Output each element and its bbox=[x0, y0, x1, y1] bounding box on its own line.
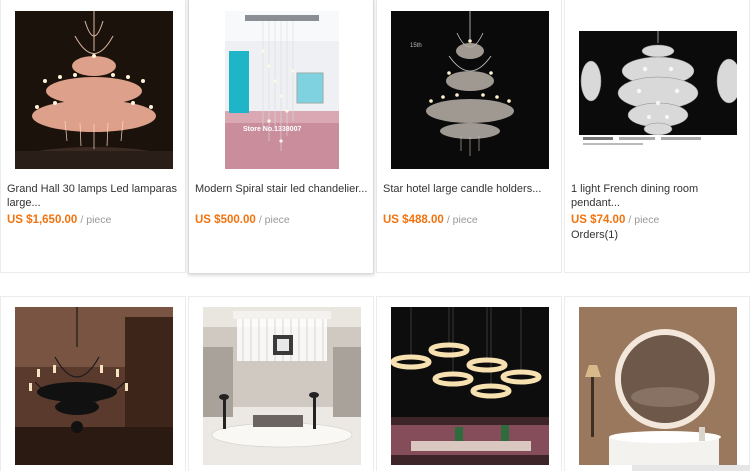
store-watermark: Store No.1338007 bbox=[243, 126, 301, 133]
price-row: US $488.00 / piece bbox=[383, 214, 478, 226]
product-image[interactable] bbox=[579, 307, 737, 465]
product-price: US $1,650.00 bbox=[7, 214, 78, 226]
product-card[interactable]: Grand Hall 30 lamps Led lamparas large..… bbox=[0, 0, 186, 273]
product-price: US $500.00 bbox=[195, 214, 256, 226]
product-image[interactable]: Store No.1338007 bbox=[225, 11, 339, 169]
black-chandelier-photo bbox=[15, 307, 173, 465]
price-unit: / piece bbox=[446, 214, 478, 226]
product-image[interactable]: 15th bbox=[391, 11, 549, 169]
product-image[interactable] bbox=[15, 307, 173, 465]
product-image[interactable] bbox=[203, 307, 361, 465]
product-title[interactable]: Modern Spiral stair led chandelier... bbox=[195, 182, 371, 196]
product-title[interactable]: 1 light French dining room pendant... bbox=[571, 182, 747, 210]
product-image[interactable] bbox=[15, 11, 173, 169]
price-row: US $74.00 / piece bbox=[571, 214, 659, 226]
product-card[interactable]: 1 light French dining room pendant... US… bbox=[564, 0, 750, 273]
product-price: US $488.00 bbox=[383, 214, 444, 226]
candle-chandelier-photo: 15th bbox=[391, 11, 549, 169]
led-mirror-photo bbox=[579, 307, 737, 465]
price-unit: / piece bbox=[258, 214, 290, 226]
product-card[interactable] bbox=[376, 296, 562, 471]
product-card[interactable]: 15th Star hotel large candle holders... … bbox=[376, 0, 562, 273]
image-badge: 15th bbox=[410, 43, 422, 49]
product-image[interactable] bbox=[391, 307, 549, 465]
product-card[interactable] bbox=[564, 296, 750, 471]
price-row: US $1,650.00 / piece bbox=[7, 214, 111, 226]
price-unit: / piece bbox=[628, 214, 660, 226]
product-title[interactable]: Star hotel large candle holders... bbox=[383, 182, 559, 196]
ring-pendant-lights-photo bbox=[391, 307, 549, 465]
spiral-chandelier-photo: Store No.1338007 bbox=[225, 11, 339, 169]
product-card[interactable]: Store No.1338007 Modern Spiral stair led… bbox=[188, 0, 374, 274]
horizontal-scrollbar[interactable] bbox=[632, 465, 750, 471]
product-card[interactable] bbox=[0, 296, 186, 471]
crystal-pendant-photo bbox=[579, 31, 737, 149]
crystal-ring-chandelier-photo bbox=[203, 307, 361, 465]
orders-count: Orders(1) bbox=[571, 229, 619, 241]
product-price: US $74.00 bbox=[571, 214, 626, 226]
price-row: US $500.00 / piece bbox=[195, 214, 290, 226]
product-grid: Grand Hall 30 lamps Led lamparas large..… bbox=[0, 0, 750, 471]
product-title[interactable]: Grand Hall 30 lamps Led lamparas large..… bbox=[7, 182, 183, 210]
chandelier-photo bbox=[15, 11, 173, 169]
price-unit: / piece bbox=[80, 214, 112, 226]
product-card[interactable] bbox=[188, 296, 374, 471]
product-image[interactable] bbox=[579, 31, 737, 149]
